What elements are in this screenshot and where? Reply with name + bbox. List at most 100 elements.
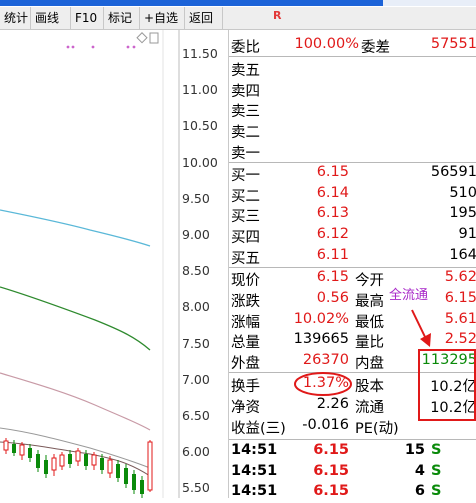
stat-row: 净资 2.26 流通 10.2亿 xyxy=(229,396,476,416)
stat-label-2: 量比 xyxy=(355,335,384,352)
marker-dot xyxy=(126,45,130,49)
mark-button[interactable]: 标记 xyxy=(104,7,140,29)
stat-value-2: 10.2亿 xyxy=(430,379,476,395)
buy-price: 6.13 xyxy=(316,205,349,222)
stat-label-2: 最高 xyxy=(355,293,384,310)
stat-row: 现价 6.15 今开 5.62 xyxy=(229,269,476,289)
buy-price: 6.15 xyxy=(316,164,349,180)
stat-row: 换手 1.37% 股本 10.2亿 xyxy=(229,375,476,395)
weicha-label: 委差 xyxy=(361,40,390,56)
stat-value: 10.02% xyxy=(293,310,349,327)
sell-row: 卖五 xyxy=(229,59,476,79)
tick-row: 14:51 6.15 6 S xyxy=(229,483,476,503)
tick-time: 14:51 xyxy=(231,483,278,500)
stat-label-2: 股本 xyxy=(355,379,384,395)
price-tick-label: 8.00 xyxy=(182,299,210,315)
price-tick-label: 9.00 xyxy=(182,227,210,242)
tick-price: 6.15 xyxy=(313,483,349,500)
tick-price: 6.15 xyxy=(313,462,349,479)
buy-price: 6.11 xyxy=(316,246,349,263)
weicha-value: 57551 xyxy=(430,36,476,52)
stat-row: 收益(三) -0.016 PE(动) xyxy=(229,417,476,437)
price-tick-label: 5.50 xyxy=(182,480,210,496)
add-favorite-button[interactable]: +自选 xyxy=(140,7,185,29)
stat-label: 换手 xyxy=(231,379,260,395)
stat-value: 6.15 xyxy=(316,269,349,285)
stat-label-2: 流通 xyxy=(355,399,384,416)
stat-label-2: PE(动) xyxy=(355,420,399,437)
annotation-label: 全流通 xyxy=(389,288,429,303)
buy-label: 买五 xyxy=(231,250,260,267)
price-tick-label: 6.00 xyxy=(182,444,210,460)
stat-row: 总量 139665 量比 2.52 xyxy=(229,331,476,351)
window-top-strip xyxy=(0,0,476,7)
price-tick-label: 10.50 xyxy=(182,118,218,134)
buy-row: 买五 6.11 164 xyxy=(229,247,476,267)
stat-row: 涨跌 0.56 最高 6.15 xyxy=(229,290,476,310)
stat-value: 2.26 xyxy=(316,395,349,412)
chart-toolbar: 统计 画线 F10 标记 +自选 返回 xyxy=(0,7,228,30)
marker-dot xyxy=(132,45,136,49)
stat-value-2: 113295 xyxy=(421,352,476,369)
stat-value: 0.56 xyxy=(316,289,349,306)
stat-value: 1.37% xyxy=(302,375,349,391)
stat-value: 139665 xyxy=(293,331,349,348)
kline-chart: 11.50 11.00 10.50 10.00 9.50 9.00 8.50 8.00 7.50… xyxy=(0,30,228,498)
stats-button[interactable]: 统计 xyxy=(0,7,31,29)
buy-price: 6.12 xyxy=(316,226,349,243)
webi-row: 委比 100.00% 委差 57551 xyxy=(229,36,476,56)
stat-value: 26370 xyxy=(302,352,349,369)
tick-price: 6.15 xyxy=(313,442,349,458)
stat-value-2: 10.2亿 xyxy=(430,399,476,416)
stat-label: 收益(三) xyxy=(231,420,286,437)
stat-label: 外盘 xyxy=(231,356,260,373)
sell-label: 卖五 xyxy=(231,63,260,79)
buy-label: 买三 xyxy=(231,209,260,226)
ma-line-pink xyxy=(0,372,151,431)
webi-value: 100.00% xyxy=(294,36,359,52)
buy-row: 买二 6.14 510 xyxy=(229,185,476,205)
stat-label: 涨跌 xyxy=(231,293,260,310)
price-tick-label: 8.50 xyxy=(182,263,210,279)
stat-value-2: 6.15 xyxy=(444,289,476,306)
stat-value-2: 5.61 xyxy=(444,310,476,327)
title-highlight xyxy=(0,0,383,6)
buy-row: 买三 6.13 195 xyxy=(229,205,476,225)
sell-row: 卖三 xyxy=(229,100,476,120)
marker-dot xyxy=(71,45,75,49)
stat-label-2: 最低 xyxy=(355,314,384,331)
buy-row: 买四 6.12 91 xyxy=(229,226,476,246)
buy-label: 买二 xyxy=(231,188,260,205)
tick-volume: 4 xyxy=(414,462,425,479)
buy-row: 买一 6.15 56591 xyxy=(229,164,476,184)
back-button[interactable]: 返回 xyxy=(185,7,223,29)
price-tick-label: 11.00 xyxy=(182,82,218,98)
tick-volume: 6 xyxy=(414,483,425,500)
stat-label: 总量 xyxy=(231,335,260,352)
buy-volume: 91 xyxy=(458,226,476,243)
price-tick-label: 7.50 xyxy=(182,335,210,351)
sell-label: 卖一 xyxy=(231,145,260,162)
chart-settings-icon xyxy=(136,32,159,44)
sell-label: 卖三 xyxy=(231,104,260,121)
tick-time: 14:51 xyxy=(231,442,278,458)
stat-label: 涨幅 xyxy=(231,314,260,331)
draw-line-button[interactable]: 画线 xyxy=(31,7,71,29)
webi-label: 委比 xyxy=(231,40,260,56)
stat-label: 净资 xyxy=(231,399,260,416)
stat-label-2: 内盘 xyxy=(355,356,384,373)
buy-price: 6.14 xyxy=(316,184,349,201)
sell-row: 卖四 xyxy=(229,80,476,100)
candlesticks xyxy=(3,438,153,498)
divider xyxy=(229,56,476,57)
price-tick-label: 9.50 xyxy=(182,190,210,206)
f10-button[interactable]: F10 xyxy=(71,7,104,29)
sell-row: 卖二 xyxy=(229,121,476,141)
divider xyxy=(229,162,476,163)
tick-side: S xyxy=(431,483,442,500)
divider xyxy=(229,439,476,440)
tick-side: S xyxy=(431,442,442,458)
title-strip-rest xyxy=(383,0,476,6)
stat-value-2: 2.52 xyxy=(444,331,476,348)
marker-dot xyxy=(66,45,70,49)
